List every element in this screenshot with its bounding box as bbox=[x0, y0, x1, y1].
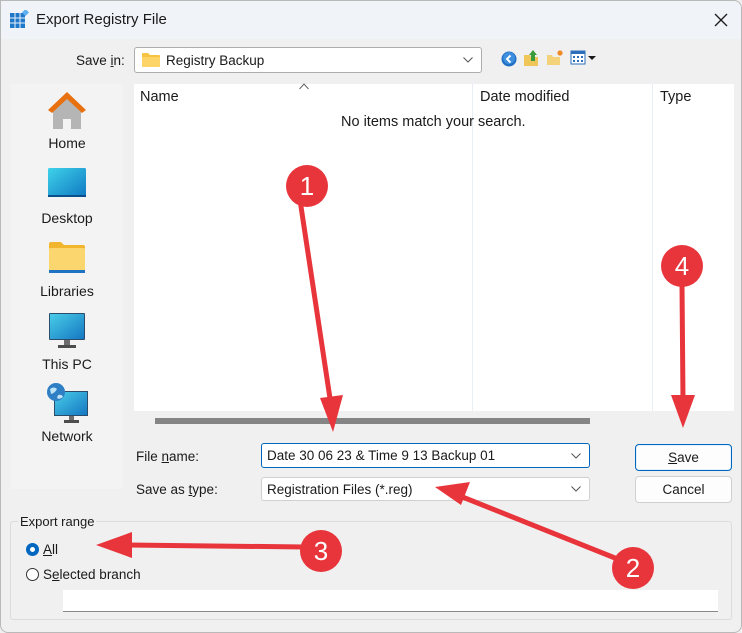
radio-all[interactable]: All bbox=[26, 542, 58, 557]
save-button[interactable]: Save bbox=[635, 444, 732, 471]
file-list[interactable]: Name Date modified Type No items match y… bbox=[134, 83, 734, 411]
file-name-label: File name: bbox=[136, 449, 200, 464]
up-folder-icon bbox=[524, 50, 538, 66]
file-name-value: Date 30 06 23 & Time 9 13 Backup 01 bbox=[267, 448, 496, 463]
selected-branch-input[interactable] bbox=[63, 590, 718, 612]
home-icon bbox=[48, 92, 86, 129]
empty-list-message: No items match your search. bbox=[341, 114, 526, 130]
close-button[interactable] bbox=[703, 3, 739, 37]
up-folder-button[interactable] bbox=[523, 49, 541, 67]
column-separator[interactable] bbox=[472, 84, 473, 411]
title-bar: Export Registry File bbox=[1, 1, 741, 39]
save-as-type-dropdown[interactable]: Registration Files (*.reg) bbox=[261, 477, 590, 501]
chevron-down-icon bbox=[463, 57, 473, 63]
cancel-button[interactable]: Cancel bbox=[635, 476, 732, 503]
sort-ascending-icon bbox=[299, 83, 309, 90]
place-network[interactable]: Network bbox=[11, 382, 123, 444]
network-icon bbox=[47, 383, 88, 423]
place-label: This PC bbox=[42, 356, 92, 372]
save-in-label: Save in: bbox=[76, 53, 125, 68]
horizontal-scrollbar[interactable] bbox=[155, 418, 590, 424]
file-name-input[interactable]: Date 30 06 23 & Time 9 13 Backup 01 bbox=[261, 443, 590, 468]
export-registry-dialog: Export Registry File Save in: Registry B… bbox=[0, 0, 742, 633]
radio-all-label: All bbox=[43, 542, 59, 557]
place-label: Libraries bbox=[40, 283, 94, 299]
back-button[interactable] bbox=[501, 51, 517, 67]
new-folder-icon bbox=[547, 50, 563, 65]
libraries-icon bbox=[49, 242, 85, 273]
place-desktop[interactable]: Desktop bbox=[11, 164, 123, 226]
window-title: Export Registry File bbox=[36, 11, 167, 28]
folder-icon bbox=[142, 53, 160, 67]
export-range-title: Export range bbox=[18, 514, 97, 529]
column-header-type[interactable]: Type bbox=[660, 89, 691, 105]
back-icon bbox=[501, 51, 517, 67]
place-this-pc[interactable]: This PC bbox=[11, 310, 123, 372]
radio-unselected-icon bbox=[26, 568, 39, 581]
view-menu-icon bbox=[570, 50, 596, 65]
save-in-value: Registry Backup bbox=[166, 52, 265, 68]
radio-selected-branch-label: Selected branch bbox=[43, 567, 141, 582]
places-bar: Home Desktop Libraries This PC Network bbox=[11, 84, 123, 489]
place-libraries[interactable]: Libraries bbox=[11, 237, 123, 299]
chevron-down-icon[interactable] bbox=[571, 452, 581, 459]
place-label: Network bbox=[41, 428, 93, 444]
column-header-date-modified[interactable]: Date modified bbox=[480, 89, 569, 105]
chevron-down-icon bbox=[571, 486, 581, 492]
radio-selected-branch[interactable]: Selected branch bbox=[26, 567, 141, 582]
close-icon bbox=[714, 13, 728, 27]
this-pc-icon bbox=[49, 313, 85, 348]
view-menu-button[interactable] bbox=[570, 50, 598, 66]
save-in-dropdown[interactable]: Registry Backup bbox=[134, 47, 482, 73]
place-label: Desktop bbox=[41, 210, 93, 226]
save-as-type-value: Registration Files (*.reg) bbox=[267, 481, 413, 497]
place-home[interactable]: Home bbox=[11, 89, 123, 151]
radio-selected-icon bbox=[26, 543, 39, 556]
column-separator[interactable] bbox=[652, 84, 653, 411]
new-folder-button[interactable] bbox=[546, 49, 564, 67]
place-label: Home bbox=[48, 135, 86, 151]
column-header-name[interactable]: Name bbox=[140, 89, 179, 105]
save-as-type-label: Save as type: bbox=[136, 482, 218, 497]
registry-grid-icon bbox=[10, 10, 29, 28]
desktop-icon bbox=[48, 168, 86, 197]
